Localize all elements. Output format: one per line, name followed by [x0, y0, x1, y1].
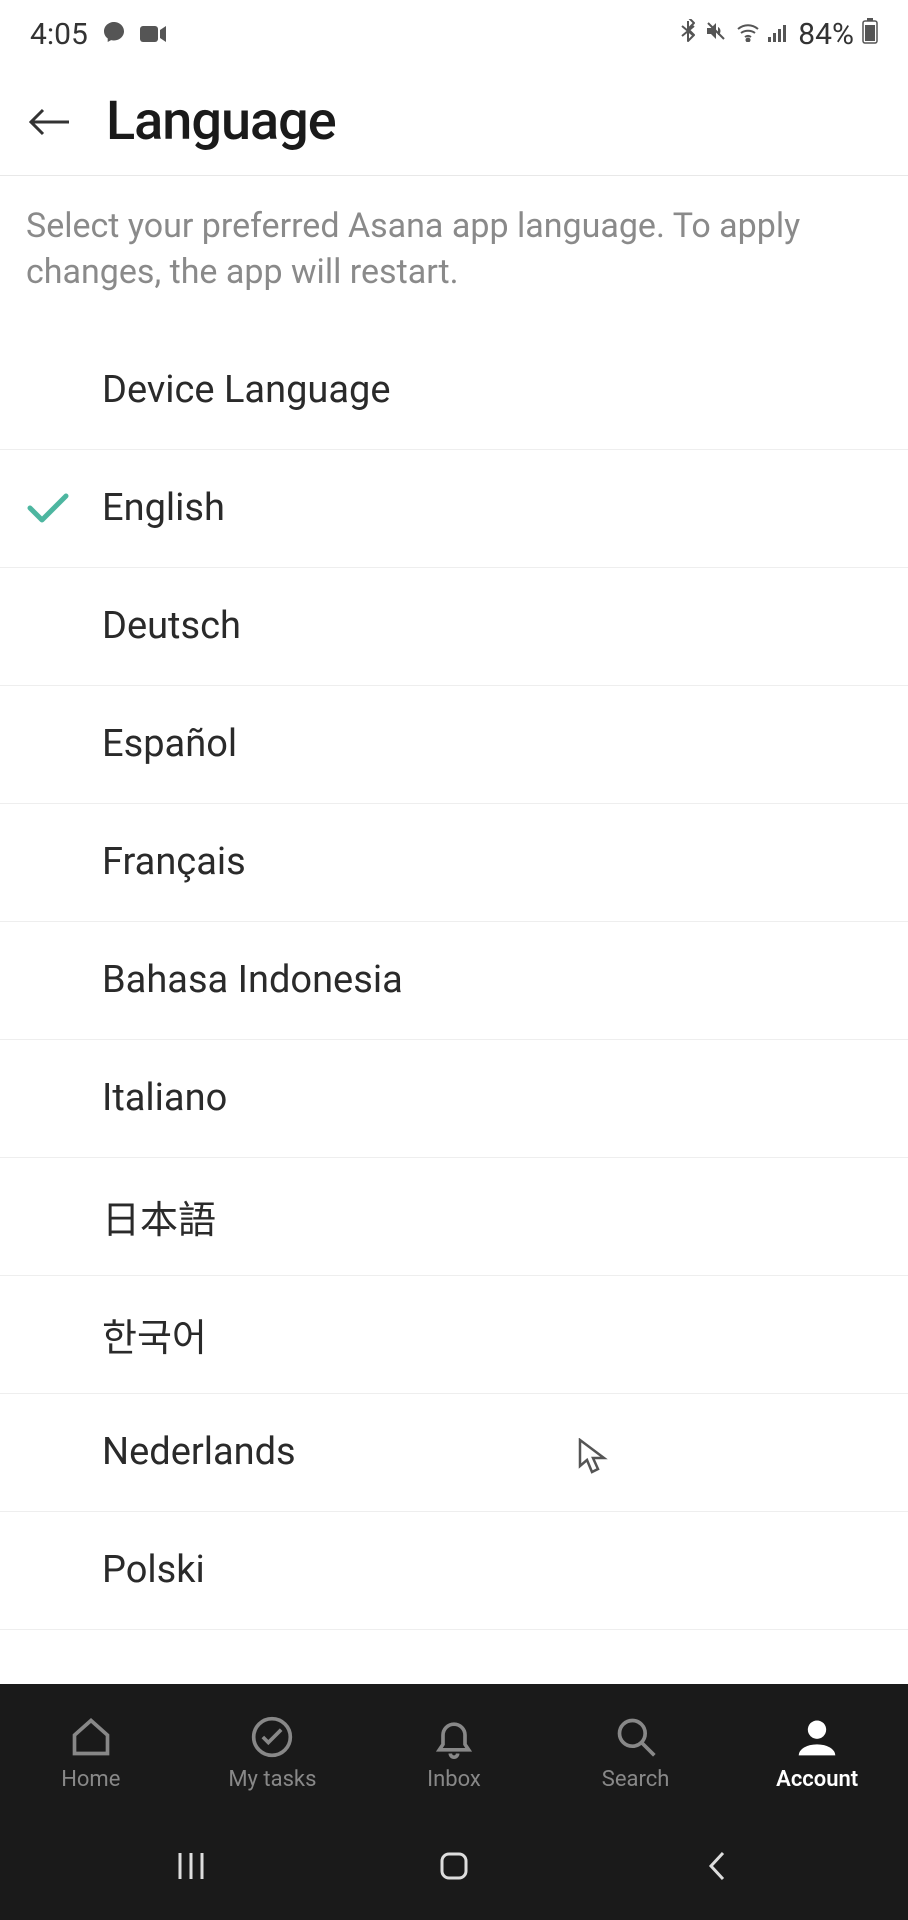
video-icon [140, 17, 168, 52]
system-nav [0, 1812, 908, 1920]
app-header: Language [0, 68, 908, 176]
language-label: Deutsch [102, 604, 241, 648]
back-system-button[interactable] [687, 1836, 747, 1896]
nav-my-tasks[interactable]: My tasks [182, 1715, 364, 1792]
arrow-left-icon [29, 106, 71, 138]
mute-icon [704, 19, 728, 50]
language-item-korean[interactable]: 한국어 [0, 1276, 908, 1394]
messenger-icon [102, 17, 126, 52]
check-circle-icon [250, 1715, 294, 1759]
page-title: Language [106, 90, 336, 153]
language-label: English [102, 486, 225, 530]
signal-icon [768, 19, 790, 49]
language-item-japanese[interactable]: 日本語 [0, 1158, 908, 1276]
nav-inbox[interactable]: Inbox [363, 1715, 545, 1792]
wifi-icon [736, 19, 760, 49]
language-label: Italiano [102, 1076, 227, 1120]
battery-icon [862, 18, 878, 51]
recents-button[interactable] [161, 1836, 221, 1896]
language-item-nederlands[interactable]: Nederlands [0, 1394, 908, 1512]
language-item-italiano[interactable]: Italiano [0, 1040, 908, 1158]
language-item-device[interactable]: Device Language [0, 332, 908, 450]
language-label: Nederlands [102, 1430, 296, 1474]
battery-pct: 84% [798, 17, 854, 52]
nav-home[interactable]: Home [0, 1715, 182, 1792]
back-button[interactable] [26, 98, 74, 146]
language-label: Français [102, 840, 246, 884]
recents-icon [174, 1849, 208, 1883]
chevron-left-icon [705, 1849, 729, 1883]
check-slot [26, 490, 102, 526]
language-item-deutsch[interactable]: Deutsch [0, 568, 908, 686]
bell-icon [432, 1715, 476, 1759]
language-label: Polski [102, 1548, 205, 1592]
bluetooth-icon [680, 19, 696, 50]
nav-account[interactable]: Account [726, 1715, 908, 1792]
nav-label: Inbox [427, 1767, 481, 1792]
nav-label: My tasks [228, 1767, 316, 1792]
language-label: 한국어 [102, 1307, 207, 1362]
person-icon [795, 1715, 839, 1759]
nav-search[interactable]: Search [545, 1715, 727, 1792]
description-text: Select your preferred Asana app language… [0, 176, 908, 332]
home-button[interactable] [424, 1836, 484, 1896]
status-left: 4:05 [30, 17, 168, 52]
language-item-bahasa[interactable]: Bahasa Indonesia [0, 922, 908, 1040]
check-icon [26, 490, 70, 526]
language-label: 日本語 [102, 1189, 216, 1244]
language-label: Español [102, 722, 237, 766]
nav-label: Account [776, 1767, 858, 1792]
home-icon [69, 1715, 113, 1759]
search-icon [614, 1715, 658, 1759]
language-item-english[interactable]: English [0, 450, 908, 568]
nav-label: Home [61, 1767, 120, 1792]
status-bar: 4:05 84% [0, 0, 908, 68]
language-label: Device Language [102, 368, 391, 412]
nav-label: Search [602, 1767, 670, 1792]
language-item-francais[interactable]: Français [0, 804, 908, 922]
language-item-espanol[interactable]: Español [0, 686, 908, 804]
bottom-nav: Home My tasks Inbox Search Account [0, 1684, 908, 1812]
home-square-icon [437, 1849, 471, 1883]
language-list: Device Language English Deutsch Español … [0, 332, 908, 1630]
language-item-polski[interactable]: Polski [0, 1512, 908, 1630]
status-time: 4:05 [30, 17, 88, 52]
language-label: Bahasa Indonesia [102, 958, 403, 1002]
status-right: 84% [680, 17, 878, 52]
